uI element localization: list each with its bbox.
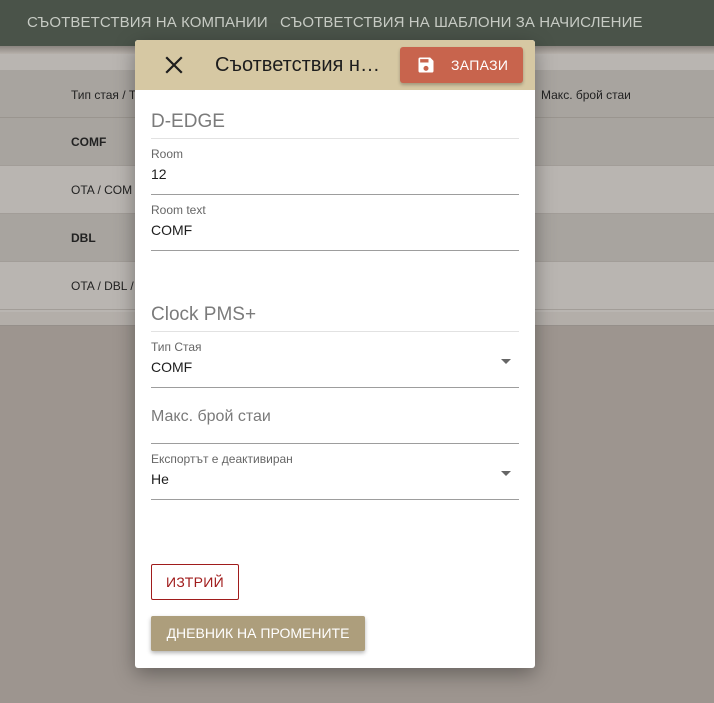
floppy-disk-icon [416,55,436,75]
table-cell: OTA / DBL / [71,279,134,293]
section-title-clock-pms: Clock PMS+ [151,304,519,332]
save-button[interactable]: ЗАПАЗИ [400,47,523,83]
export-disabled-select-value: Не [151,471,169,487]
room-type-select[interactable]: Тип Стая COMF [151,332,519,388]
room-text-field-label: Room text [151,203,206,217]
table-cell: COMF [71,135,107,149]
export-disabled-select[interactable]: Експортът е деактивиран Не [151,444,519,500]
room-field-value: 12 [151,166,167,182]
dialog-title: Съответствия на съответствията [215,54,390,76]
chevron-down-icon[interactable] [501,471,511,476]
table-cell: OTA / COM [71,183,133,197]
room-text-field-value: COMF [151,222,193,238]
room-type-select-label: Тип Стая [151,340,202,354]
section-title-d-edge: D-EDGE [151,111,519,139]
room-type-select-value: COMF [151,359,193,375]
tab-charge-template-mappings[interactable]: СЪОТВЕТСТВИЯ НА ШАБЛОНИ ЗА НАЧИСЛЕНИЕ [280,14,643,31]
column-header-room-type: Тип стая / Т [71,88,137,102]
mapping-dialog: Съответствия на съответствията ЗАПАЗИ D-… [135,40,535,668]
export-disabled-select-label: Експортът е деактивиран [151,452,293,466]
change-log-button[interactable]: ДНЕВНИК НА ПРОМЕНИТЕ [151,616,365,651]
save-button-label: ЗАПАЗИ [451,57,509,73]
room-text-field[interactable]: Room text COMF [151,195,519,251]
close-icon[interactable] [162,53,186,77]
chevron-down-icon[interactable] [501,359,511,364]
max-rooms-input[interactable]: Макс. брой стаи [151,388,519,444]
max-rooms-placeholder: Макс. брой стаи [151,408,271,425]
tab-company-mappings[interactable]: СЪОТВЕТСТВИЯ НА КОМПАНИИ [27,14,268,31]
delete-button[interactable]: ИЗТРИЙ [151,564,239,600]
room-field[interactable]: Room 12 [151,139,519,195]
column-header-max-rooms: Макс. брой стаи [541,88,631,102]
table-cell: DBL [71,231,96,245]
room-field-label: Room [151,147,184,161]
dialog-header: Съответствия на съответствията ЗАПАЗИ [135,40,535,90]
